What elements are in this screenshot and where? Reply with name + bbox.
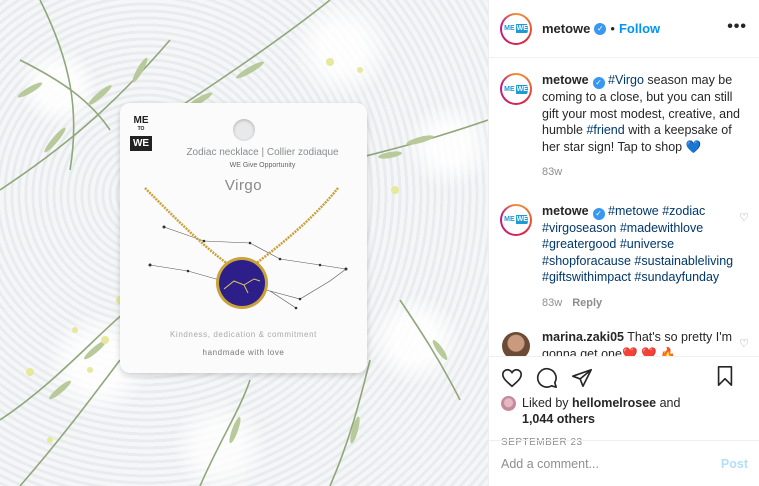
- hashtag-link[interactable]: #friend: [586, 123, 624, 137]
- bookmark-icon[interactable]: [715, 365, 735, 387]
- avatar[interactable]: ME WE: [500, 12, 532, 45]
- verified-icon: ✓: [592, 207, 605, 220]
- comment-username[interactable]: marina.zaki05: [542, 330, 624, 344]
- post-actions: Liked by hellomelrosee and 1,044 others …: [489, 356, 759, 486]
- comment-item: ME WE metowe ✓ #metowe #zodiac #virgoseaso…: [489, 203, 759, 312]
- caption-age[interactable]: 83w: [542, 166, 562, 178]
- liker-avatar[interactable]: [501, 396, 516, 411]
- likes-summary: Liked by hellomelrosee and 1,044 others: [489, 391, 759, 427]
- header-username[interactable]: metowe: [542, 21, 590, 36]
- like-comment-icon[interactable]: ♡: [739, 211, 749, 224]
- post-button[interactable]: Post: [721, 457, 748, 471]
- share-send-icon[interactable]: [571, 367, 593, 389]
- comment-emoji: ❤️ ❤️ 🔥: [621, 346, 676, 357]
- necklace-card: ME TO WE Zodiac necklace | Collier zodia…: [120, 103, 367, 373]
- likes-count[interactable]: 1,044 others: [522, 412, 595, 426]
- comment-list[interactable]: ME WE metowe ✓ #Virgo season may be coming…: [489, 58, 759, 356]
- commenter-avatar[interactable]: [502, 332, 530, 356]
- add-comment-input[interactable]: [501, 456, 721, 471]
- comment-bubble-icon[interactable]: [536, 367, 558, 389]
- like-heart-icon[interactable]: [501, 367, 523, 389]
- separator-dot: •: [610, 21, 615, 36]
- card-tagline: Kindness, dedication & commitment: [170, 330, 317, 339]
- like-comment-icon[interactable]: ♡: [739, 337, 749, 350]
- liker-username[interactable]: hellomelrosee: [572, 396, 656, 410]
- post-side-panel: ME WE metowe ✓ • Follow ••• ME WE metowe ✓ …: [488, 0, 759, 486]
- post-photo[interactable]: ME TO WE Zodiac necklace | Collier zodia…: [0, 0, 488, 486]
- card-handmade: handmade with love: [202, 348, 285, 357]
- comment-username[interactable]: metowe: [542, 204, 589, 218]
- caption-username[interactable]: metowe: [542, 73, 589, 87]
- likes-prefix: Liked by: [522, 396, 569, 410]
- avatar[interactable]: ME WE: [500, 73, 532, 105]
- verified-icon: ✓: [592, 77, 605, 89]
- comment-age[interactable]: 83w: [542, 297, 562, 309]
- avatar[interactable]: ME WE: [500, 203, 532, 236]
- likes-and: and: [659, 396, 681, 410]
- reply-button[interactable]: Reply: [572, 297, 602, 309]
- add-comment-bar: Post: [489, 440, 759, 486]
- comment-item: marina.zaki05 That's so pretty I'm gonna…: [489, 329, 759, 356]
- hashtag-link[interactable]: #Virgo: [608, 73, 644, 87]
- verified-icon: ✓: [594, 22, 607, 35]
- post-header: ME WE metowe ✓ • Follow •••: [489, 0, 759, 58]
- more-options-icon[interactable]: •••: [727, 18, 747, 36]
- follow-button[interactable]: Follow: [619, 21, 660, 36]
- caption: ME WE metowe ✓ #Virgo season may be coming…: [489, 72, 759, 181]
